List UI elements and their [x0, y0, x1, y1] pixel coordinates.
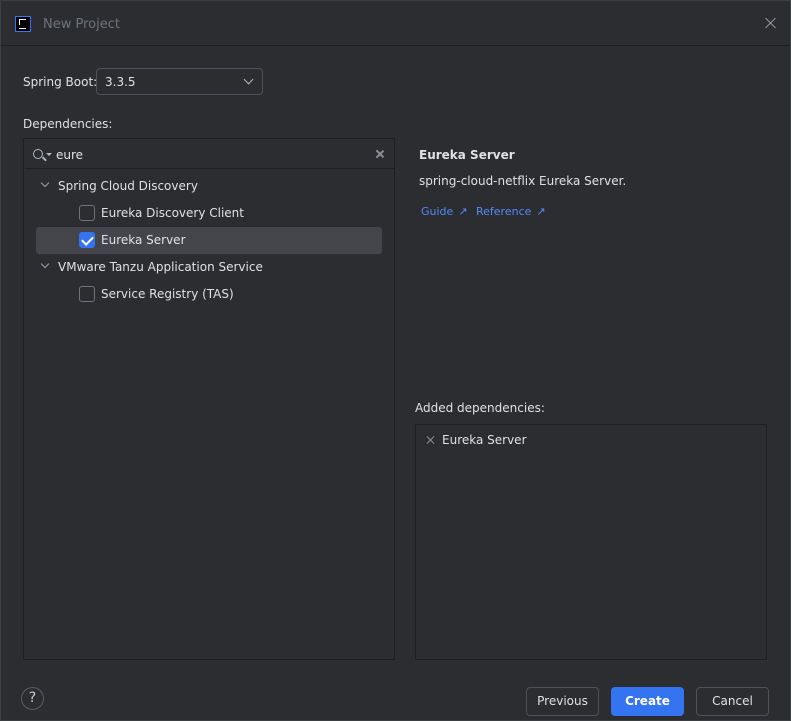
tree-item-label: Eureka Server — [101, 233, 186, 247]
previous-button[interactable]: Previous — [526, 687, 599, 716]
tree-group-label: Spring Cloud Discovery — [58, 179, 198, 193]
detail-description: spring-cloud-netflix Eureka Server. — [419, 174, 627, 188]
chevron-down-icon[interactable] — [40, 259, 50, 269]
spring-boot-label: Spring Boot: — [23, 75, 98, 89]
guide-link-label: Guide — [421, 205, 454, 218]
help-button[interactable]: ? — [21, 687, 44, 710]
tree-item-label: Eureka Discovery Client — [101, 206, 244, 220]
detail-title: Eureka Server — [419, 148, 515, 162]
spring-boot-version-select[interactable]: 3.3.5 — [96, 68, 263, 95]
clear-search-icon[interactable] — [374, 148, 386, 160]
search-icon[interactable] — [33, 149, 43, 159]
guide-link[interactable]: Guide ↗ — [421, 205, 468, 218]
added-dependency-label: Eureka Server — [442, 433, 527, 447]
eureka-discovery-client-checkbox[interactable] — [79, 205, 95, 221]
reference-link-label: Reference — [476, 205, 532, 218]
eureka-server-checkbox[interactable] — [79, 232, 95, 248]
service-registry-tas-checkbox[interactable] — [79, 286, 95, 302]
tree-group-spring-cloud-discovery[interactable]: Spring Cloud Discovery — [36, 173, 382, 200]
external-link-icon: ↗ — [536, 205, 546, 218]
added-dependencies-label: Added dependencies: — [415, 401, 545, 415]
dependency-search-input[interactable] — [56, 146, 356, 164]
title-bar: New Project — [1, 1, 790, 46]
dependencies-label: Dependencies: — [23, 117, 113, 131]
reference-link[interactable]: Reference ↗ — [476, 205, 546, 218]
new-project-dialog: New Project Spring Boot: 3.3.5 Dependenc… — [0, 0, 791, 721]
tree-item-service-registry-tas[interactable]: Service Registry (TAS) — [36, 281, 382, 308]
tree-group-label: VMware Tanzu Application Service — [58, 260, 263, 274]
remove-icon[interactable] — [426, 435, 436, 445]
chevron-down-icon[interactable] — [40, 178, 50, 188]
tree-item-eureka-server[interactable]: Eureka Server — [36, 227, 382, 254]
external-link-icon: ↗ — [458, 205, 468, 218]
added-dependencies-panel: Eureka Server — [415, 424, 767, 660]
tree-group-vmware-tanzu[interactable]: VMware Tanzu Application Service — [36, 254, 382, 281]
create-button[interactable]: Create — [611, 687, 684, 716]
search-history-caret-icon[interactable] — [46, 153, 52, 156]
close-icon[interactable] — [763, 15, 779, 31]
spring-boot-version-value: 3.3.5 — [105, 75, 136, 89]
cancel-button[interactable]: Cancel — [696, 687, 769, 716]
dependencies-panel: Spring Cloud Discovery Eureka Discovery … — [23, 138, 395, 660]
tree-item-eureka-discovery-client[interactable]: Eureka Discovery Client — [36, 200, 382, 227]
tree-item-label: Service Registry (TAS) — [101, 287, 234, 301]
chevron-down-icon — [243, 74, 254, 85]
intellij-icon — [15, 16, 31, 32]
window-title: New Project — [43, 17, 120, 32]
dependency-search — [25, 140, 395, 169]
